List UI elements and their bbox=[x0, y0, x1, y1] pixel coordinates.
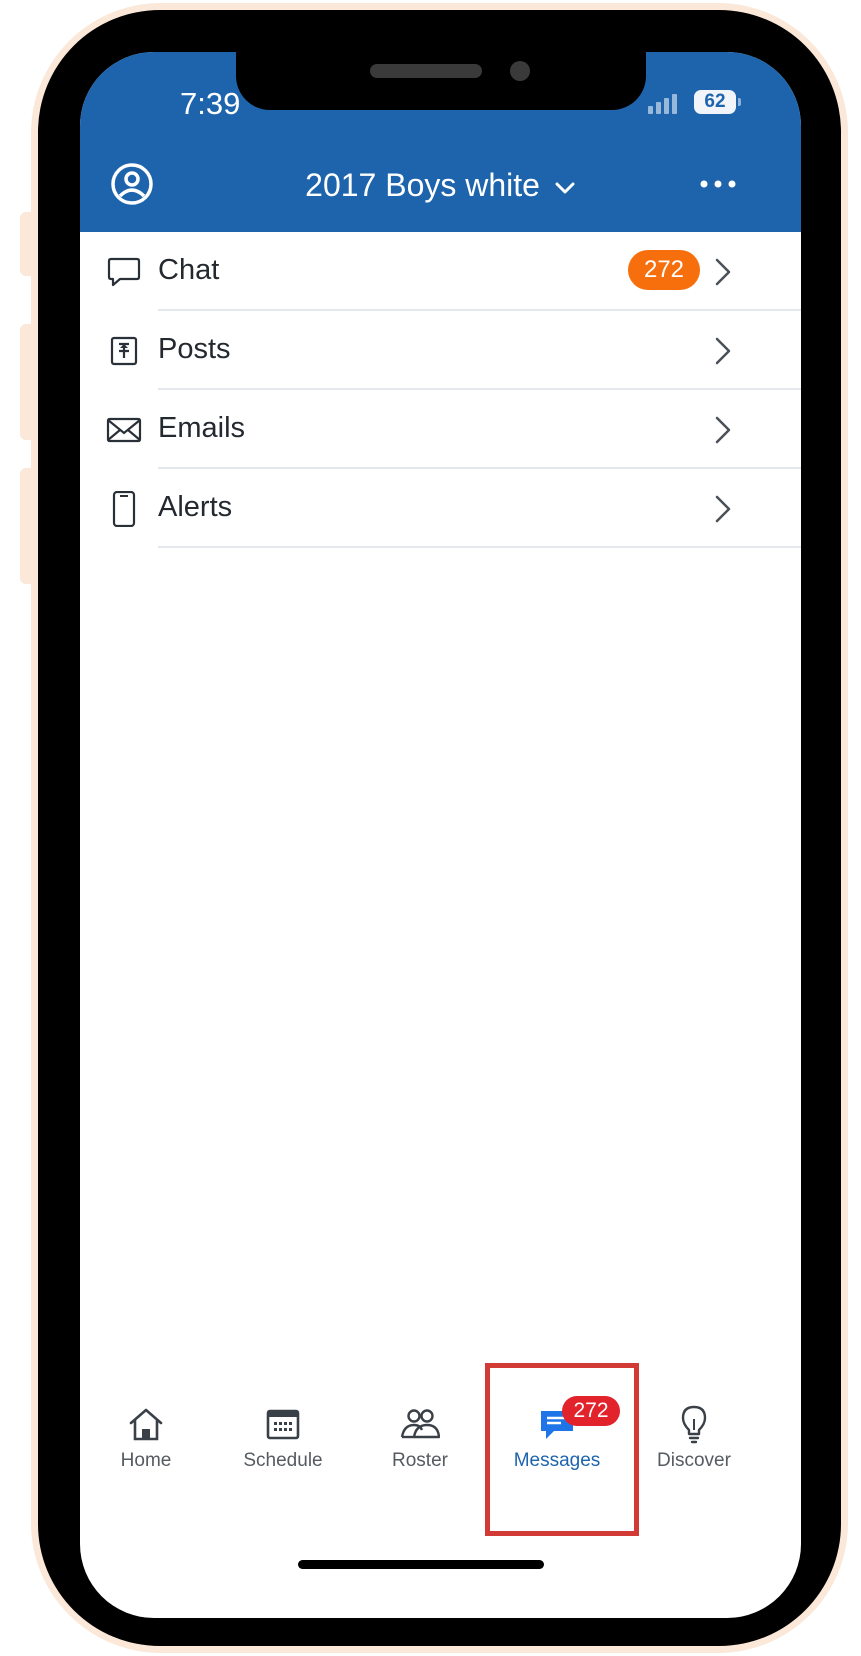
app-header: 7:39 62 2017 Boys white bbox=[80, 52, 801, 232]
pin-icon bbox=[110, 336, 138, 366]
tab-label: Home bbox=[120, 1450, 172, 1471]
lightbulb-icon bbox=[681, 1405, 707, 1444]
battery-indicator: 62 bbox=[694, 90, 736, 114]
chevron-right-icon bbox=[715, 258, 731, 286]
chevron-right-icon bbox=[715, 416, 731, 444]
home-indicator[interactable] bbox=[298, 1560, 544, 1569]
front-camera bbox=[510, 61, 530, 81]
tab-label: Schedule bbox=[243, 1450, 323, 1471]
bottom-tab-bar: Home Schedule Roster 272 Messages Discov… bbox=[80, 1392, 801, 1512]
battery-tip bbox=[738, 98, 741, 106]
menu-item-label: Emails bbox=[158, 412, 246, 444]
more-horizontal-icon[interactable] bbox=[698, 176, 738, 192]
menu-item-emails[interactable]: Emails bbox=[80, 390, 801, 469]
status-time: 7:39 bbox=[180, 86, 241, 121]
chevron-right-icon bbox=[715, 495, 731, 523]
menu-item-label: Posts bbox=[158, 333, 231, 365]
tab-roster[interactable]: Roster bbox=[360, 1392, 480, 1502]
divider bbox=[158, 546, 801, 548]
speaker bbox=[370, 64, 482, 78]
menu-item-alerts[interactable]: Alerts bbox=[80, 469, 801, 548]
menu-item-chat[interactable]: Chat 272 bbox=[80, 232, 801, 311]
account-circle-icon[interactable] bbox=[110, 162, 154, 206]
menu-item-label: Chat bbox=[158, 254, 220, 286]
tab-label: Discover bbox=[657, 1450, 731, 1471]
tab-home[interactable]: Home bbox=[86, 1392, 206, 1502]
unread-badge: 272 bbox=[628, 250, 700, 290]
tab-schedule[interactable]: Schedule bbox=[223, 1392, 343, 1502]
signal-icon bbox=[648, 94, 677, 114]
calendar-icon bbox=[266, 1409, 300, 1440]
people-icon bbox=[400, 1409, 440, 1439]
tab-label: Roster bbox=[392, 1450, 448, 1471]
chat-bubble-icon bbox=[107, 257, 141, 287]
app-screen: 7:39 62 2017 Boys white Chat 272 Posts E… bbox=[80, 52, 801, 1618]
chevron-down-icon bbox=[555, 182, 575, 194]
team-selector[interactable]: 2017 Boys white bbox=[230, 162, 650, 208]
menu-item-label: Alerts bbox=[158, 491, 233, 523]
tab-discover[interactable]: Discover bbox=[634, 1392, 754, 1502]
team-name: 2017 Boys white bbox=[305, 167, 540, 203]
phone-device-icon bbox=[112, 491, 136, 527]
chevron-right-icon bbox=[715, 337, 731, 365]
phone-notch bbox=[236, 52, 646, 110]
highlight-box bbox=[485, 1363, 639, 1536]
envelope-icon bbox=[106, 417, 142, 443]
home-icon bbox=[129, 1408, 163, 1441]
menu-item-posts[interactable]: Posts bbox=[80, 311, 801, 390]
messages-menu: Chat 272 Posts Emails Alerts bbox=[80, 232, 801, 548]
